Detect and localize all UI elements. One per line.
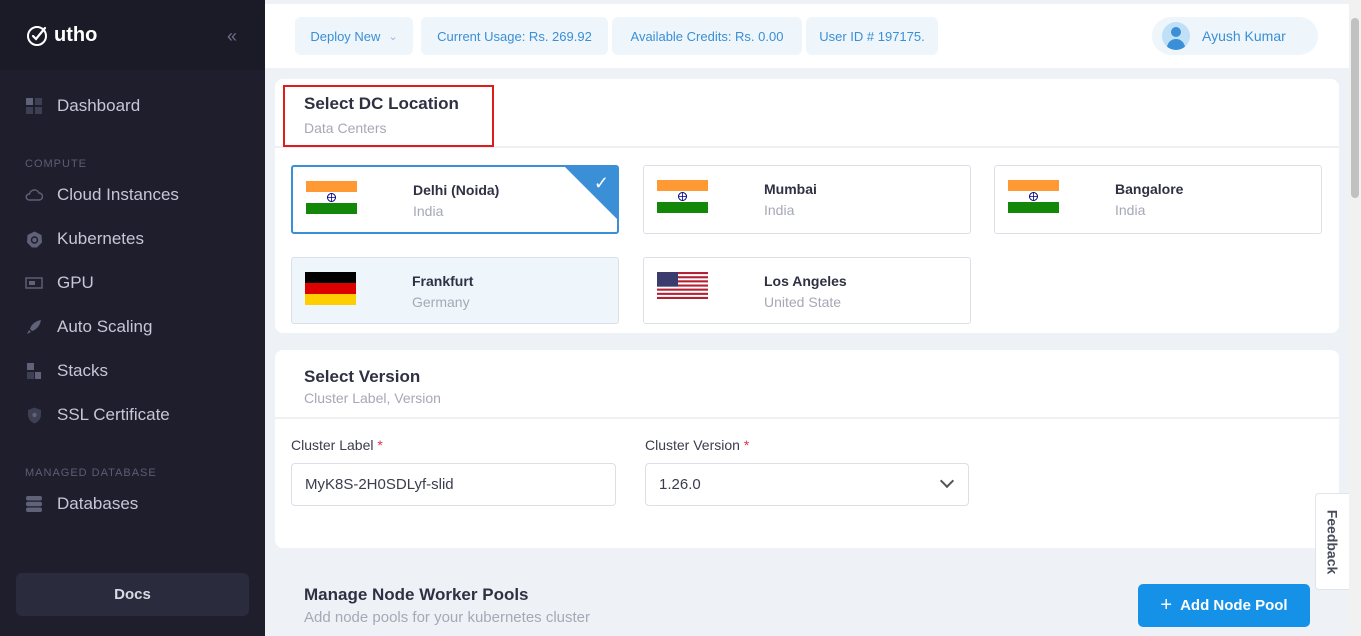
- dc-option-bangalore[interactable]: Bangalore India: [994, 165, 1322, 234]
- check-circle-logo-icon: [27, 26, 47, 46]
- sidebar-item-ssl-certificate[interactable]: SSL Certificate: [25, 405, 170, 425]
- sidebar-item-dashboard[interactable]: Dashboard: [25, 96, 140, 116]
- required-mark: *: [743, 437, 750, 453]
- chevron-down-icon: [939, 473, 955, 489]
- cluster-label-text: Cluster Label: [291, 437, 374, 453]
- dc-option-los-angeles[interactable]: Los Angeles United State: [643, 257, 971, 324]
- version-section-title: Select Version: [304, 367, 421, 386]
- highlight-annotation: [283, 85, 494, 147]
- cluster-label-label: Cluster Label *: [291, 437, 383, 453]
- dc-city: Frankfurt: [412, 273, 474, 289]
- kubernetes-icon: [25, 230, 43, 248]
- scrollbar[interactable]: [1349, 0, 1361, 636]
- sidebar-item-gpu[interactable]: GPU: [25, 273, 94, 293]
- double-chevron-left-icon[interactable]: «: [227, 26, 237, 47]
- sidebar-item-auto-scaling[interactable]: Auto Scaling: [25, 317, 152, 337]
- sidebar-item-cloud-instances[interactable]: Cloud Instances: [25, 185, 179, 205]
- brand-logo[interactable]: utho: [26, 23, 97, 47]
- version-card: Select Version Cluster Label, Version Cl…: [275, 350, 1339, 548]
- available-credits-badge[interactable]: Available Credits: Rs. 0.00: [612, 17, 802, 55]
- deploy-new-dropdown[interactable]: Deploy New ⌄: [295, 17, 413, 55]
- feedback-label: Feedback: [1324, 509, 1341, 574]
- required-mark: *: [377, 437, 383, 453]
- user-menu[interactable]: Ayush Kumar: [1152, 17, 1318, 55]
- section-managed-database: MANAGED DATABASE: [25, 467, 157, 479]
- cluster-version-text: Cluster Version: [645, 437, 740, 453]
- sidebar-header: utho «: [0, 0, 265, 70]
- sidebar-item-databases[interactable]: Databases: [25, 494, 138, 514]
- india-flag-icon: [657, 180, 708, 213]
- scrollbar-thumb[interactable]: [1351, 18, 1359, 198]
- chevron-down-icon: ⌄: [388, 30, 398, 43]
- sidebar: utho « Dashboard COMPUTE Cloud Instances…: [0, 0, 265, 636]
- dc-city: Delhi (Noida): [413, 182, 500, 198]
- add-node-pool-button[interactable]: + Add Node Pool: [1138, 584, 1310, 627]
- dc-option-delhi[interactable]: Delhi (Noida) India ✓: [291, 165, 619, 234]
- india-flag-icon: [306, 181, 357, 214]
- gpu-icon: [25, 274, 43, 292]
- dc-country: India: [764, 202, 795, 218]
- dc-country: India: [1115, 202, 1146, 218]
- node-pools-subtitle: Add node pools for your kubernetes clust…: [304, 609, 591, 626]
- cluster-version-value: 1.26.0: [659, 476, 701, 493]
- checkmark-icon: ✓: [593, 173, 609, 193]
- sidebar-item-label: Dashboard: [57, 96, 141, 115]
- user-id-badge: User ID # 197175.: [806, 17, 938, 55]
- docs-button[interactable]: Docs: [16, 573, 249, 616]
- cluster-label-input[interactable]: MyK8S-2H0SDLyf-slid: [291, 463, 616, 506]
- section-compute: COMPUTE: [25, 158, 87, 170]
- cluster-version-label: Cluster Version *: [645, 437, 749, 453]
- sidebar-item-stacks[interactable]: Stacks: [25, 361, 108, 381]
- germany-flag-icon: [305, 272, 356, 305]
- dashboard-icon: [25, 97, 43, 115]
- current-usage-badge[interactable]: Current Usage: Rs. 269.92: [421, 17, 608, 55]
- shield-icon: [25, 406, 43, 424]
- sidebar-item-label: Stacks: [57, 361, 109, 380]
- brand-name: utho: [54, 23, 98, 46]
- dc-country: United State: [764, 294, 842, 310]
- cluster-version-select[interactable]: 1.26.0: [645, 463, 969, 506]
- user-name: Ayush Kumar: [1202, 28, 1286, 44]
- selected-corner: [565, 167, 617, 219]
- sidebar-item-label: Auto Scaling: [57, 317, 153, 336]
- sidebar-item-label: Databases: [57, 494, 139, 513]
- node-pools-title: Manage Node Worker Pools: [304, 585, 529, 604]
- top-bar: Deploy New ⌄ Current Usage: Rs. 269.92 A…: [265, 4, 1349, 68]
- stacks-icon: [25, 362, 43, 380]
- dc-city: Bangalore: [1115, 181, 1184, 197]
- dc-city: Mumbai: [764, 181, 817, 197]
- usa-flag-icon: [657, 272, 708, 299]
- sidebar-item-label: SSL Certificate: [57, 405, 170, 424]
- plus-icon: +: [1160, 594, 1173, 616]
- sidebar-item-label: Kubernetes: [57, 229, 144, 248]
- dc-option-frankfurt[interactable]: Frankfurt Germany: [291, 257, 619, 324]
- dc-country: Germany: [412, 294, 470, 310]
- database-icon: [25, 495, 43, 513]
- dc-option-mumbai[interactable]: Mumbai India: [643, 165, 971, 234]
- cloud-icon: [25, 186, 43, 204]
- sidebar-item-label: Cloud Instances: [57, 185, 179, 204]
- deploy-new-label: Deploy New: [310, 28, 381, 44]
- dc-country: India: [413, 203, 444, 219]
- divider: [275, 417, 1339, 419]
- rocket-icon: [25, 318, 43, 336]
- india-flag-icon: [1008, 180, 1059, 213]
- dc-city: Los Angeles: [764, 273, 847, 289]
- sidebar-item-label: GPU: [57, 273, 94, 292]
- feedback-tab[interactable]: Feedback: [1315, 493, 1349, 590]
- version-section-subtitle: Cluster Label, Version: [304, 390, 441, 406]
- sidebar-item-kubernetes[interactable]: Kubernetes: [25, 229, 144, 249]
- add-node-pool-label: Add Node Pool: [1180, 597, 1288, 614]
- avatar: [1162, 22, 1190, 50]
